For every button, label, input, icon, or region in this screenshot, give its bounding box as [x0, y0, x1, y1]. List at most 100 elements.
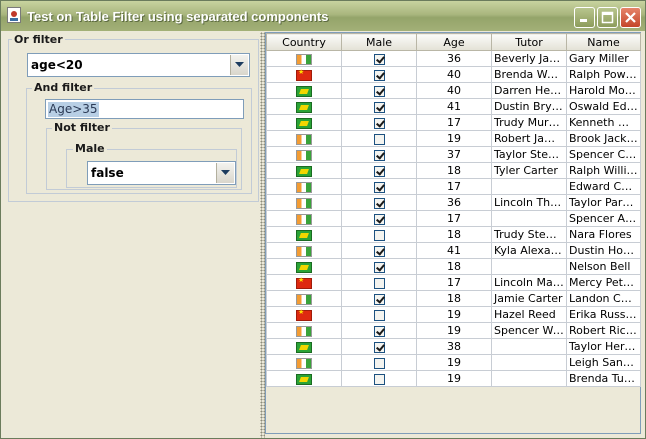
- tutor-cell[interactable]: Kyla Alexander: [491, 242, 567, 259]
- age-cell[interactable]: 18: [416, 258, 492, 275]
- male-cell[interactable]: [341, 98, 417, 115]
- java-app-icon[interactable]: [7, 7, 21, 23]
- age-cell[interactable]: 17: [416, 274, 492, 291]
- country-cell[interactable]: [266, 274, 342, 291]
- name-cell[interactable]: Brook Jackson: [566, 130, 641, 147]
- name-cell[interactable]: Harold Morris: [566, 82, 641, 99]
- country-cell[interactable]: [266, 226, 342, 243]
- age-cell[interactable]: 19: [416, 370, 492, 387]
- table-scroll-pane[interactable]: Country Male Age Tutor Name 36 Beverly Ja…: [265, 32, 641, 434]
- tutor-cell[interactable]: Tyler Carter: [491, 162, 567, 179]
- male-checkbox[interactable]: [373, 101, 385, 113]
- tutor-cell[interactable]: Trudy Murphy: [491, 114, 567, 131]
- male-cell[interactable]: [341, 354, 417, 371]
- or-filter-dropdown-button[interactable]: [230, 55, 248, 75]
- age-cell[interactable]: 17: [416, 210, 492, 227]
- male-cell[interactable]: [341, 194, 417, 211]
- country-cell[interactable]: [266, 50, 342, 67]
- country-cell[interactable]: [266, 210, 342, 227]
- male-checkbox[interactable]: [373, 117, 385, 129]
- age-cell[interactable]: 41: [416, 242, 492, 259]
- male-cell[interactable]: [341, 50, 417, 67]
- name-cell[interactable]: Edward Collins: [566, 178, 641, 195]
- male-cell[interactable]: [341, 130, 417, 147]
- male-cell[interactable]: [341, 210, 417, 227]
- table-row[interactable]: 36Lincoln ThomasTaylor Parker: [266, 194, 641, 211]
- table-row[interactable]: 41Dustin BryantOswald Edwards: [266, 98, 641, 115]
- column-header-country[interactable]: Country: [266, 33, 342, 51]
- minimize-button[interactable]: [574, 7, 595, 28]
- tutor-cell[interactable]: Trudy Stewart: [491, 226, 567, 243]
- name-cell[interactable]: Ralph Powell: [566, 66, 641, 83]
- table-row[interactable]: 17 Spencer Allen: [266, 210, 641, 227]
- male-cell[interactable]: [341, 162, 417, 179]
- male-checkbox[interactable]: [373, 165, 385, 177]
- tutor-cell[interactable]: [491, 258, 567, 275]
- male-cell[interactable]: [341, 322, 417, 339]
- name-cell[interactable]: Spencer Allen: [566, 210, 641, 227]
- and-filter-input[interactable]: Age>35: [45, 99, 244, 119]
- table-row[interactable]: 18Jamie CarterLandon Campbell: [266, 290, 641, 307]
- male-checkbox[interactable]: [373, 261, 385, 273]
- male-cell[interactable]: [341, 66, 417, 83]
- name-cell[interactable]: Mercy Peterson: [566, 274, 641, 291]
- country-cell[interactable]: [266, 66, 342, 83]
- table-row[interactable]: 40Brenda WalkerRalph Powell: [266, 66, 641, 83]
- male-checkbox[interactable]: [373, 245, 385, 257]
- tutor-cell[interactable]: [491, 338, 567, 355]
- table-row[interactable]: 18 Nelson Bell: [266, 258, 641, 275]
- male-cell[interactable]: [341, 178, 417, 195]
- male-filter-combo[interactable]: false: [87, 161, 236, 185]
- name-cell[interactable]: Dustin Howard: [566, 242, 641, 259]
- age-cell[interactable]: 19: [416, 130, 492, 147]
- male-cell[interactable]: [341, 370, 417, 387]
- country-cell[interactable]: [266, 82, 342, 99]
- country-cell[interactable]: [266, 306, 342, 323]
- country-cell[interactable]: [266, 162, 342, 179]
- table-row[interactable]: 36Beverly JacksonGary Miller: [266, 50, 641, 67]
- close-button[interactable]: [620, 7, 641, 28]
- table-row[interactable]: 19 Robert James Brook Jackson: [266, 130, 641, 147]
- tutor-cell[interactable]: [491, 178, 567, 195]
- male-cell[interactable]: [341, 306, 417, 323]
- maximize-button[interactable]: [597, 7, 618, 28]
- male-checkbox[interactable]: [373, 53, 385, 65]
- male-checkbox[interactable]: [373, 277, 385, 289]
- tutor-cell[interactable]: [491, 370, 567, 387]
- age-cell[interactable]: 19: [416, 354, 492, 371]
- male-checkbox[interactable]: [373, 373, 385, 385]
- title-bar[interactable]: Test on Table Filter using separated com…: [1, 1, 645, 31]
- male-checkbox[interactable]: [373, 309, 385, 321]
- age-cell[interactable]: 40: [416, 66, 492, 83]
- age-cell[interactable]: 18: [416, 290, 492, 307]
- male-cell[interactable]: [341, 258, 417, 275]
- country-cell[interactable]: [266, 338, 342, 355]
- male-checkbox[interactable]: [373, 325, 385, 337]
- male-checkbox[interactable]: [373, 213, 385, 225]
- male-checkbox[interactable]: [373, 293, 385, 305]
- tutor-cell[interactable]: Jamie Carter: [491, 290, 567, 307]
- country-cell[interactable]: [266, 322, 342, 339]
- male-cell[interactable]: [341, 82, 417, 99]
- tutor-cell[interactable]: Hazel Reed: [491, 306, 567, 323]
- country-cell[interactable]: [266, 130, 342, 147]
- column-header-tutor[interactable]: Tutor: [491, 33, 567, 51]
- table-row[interactable]: 38 Taylor Hernandez: [266, 338, 641, 355]
- age-cell[interactable]: 41: [416, 98, 492, 115]
- male-checkbox[interactable]: [373, 149, 385, 161]
- table-row[interactable]: 19 Leigh Sanders: [266, 354, 641, 371]
- name-cell[interactable]: Spencer Collins: [566, 146, 641, 163]
- name-cell[interactable]: Kenneth Walker: [566, 114, 641, 131]
- column-header-male[interactable]: Male: [341, 33, 417, 51]
- male-checkbox[interactable]: [373, 133, 385, 145]
- name-cell[interactable]: Ralph Williams: [566, 162, 641, 179]
- tutor-cell[interactable]: Lincoln Martin: [491, 274, 567, 291]
- name-cell[interactable]: Nara Flores: [566, 226, 641, 243]
- age-cell[interactable]: 37: [416, 146, 492, 163]
- column-header-name[interactable]: Name: [566, 33, 641, 51]
- name-cell[interactable]: Taylor Hernandez: [566, 338, 641, 355]
- country-cell[interactable]: [266, 370, 342, 387]
- age-cell[interactable]: 19: [416, 306, 492, 323]
- table-row[interactable]: 19Spencer WardRobert Richards: [266, 322, 641, 339]
- male-cell[interactable]: [341, 226, 417, 243]
